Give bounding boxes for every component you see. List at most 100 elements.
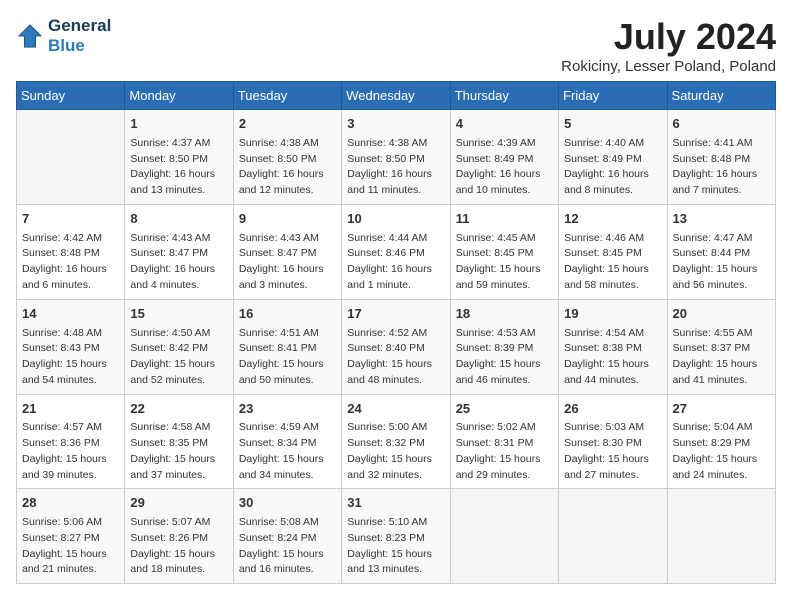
calendar-cell: 21Sunrise: 4:57 AMSunset: 8:36 PMDayligh…: [17, 394, 125, 489]
calendar-cell: 17 Sunrise: 4:52 AMSunset: 8:40 PMDayligh…: [342, 299, 450, 394]
calendar-cell: 26Sunrise: 5:03 AMSunset: 8:30 PMDayligh…: [559, 394, 667, 489]
calendar-cell: 23Sunrise: 4:59 AMSunset: 8:34 PMDayligh…: [233, 394, 341, 489]
day-number: 17: [347, 305, 444, 324]
day-info: Sunrise: 5:08 AMSunset: 8:24 PMDaylight:…: [239, 515, 336, 578]
calendar-cell: 4Sunrise: 4:39 AMSunset: 8:49 PMDaylight…: [450, 110, 558, 205]
day-info: Sunrise: 4:37 AMSunset: 8:50 PMDaylight:…: [130, 136, 227, 199]
day-number: 29: [130, 494, 227, 513]
day-info: Sunrise: 4:52 AMSunset: 8:40 PMDaylight:…: [347, 326, 444, 389]
calendar-cell: 10Sunrise: 4:44 AMSunset: 8:46 PMDayligh…: [342, 204, 450, 299]
calendar-cell: 30 Sunrise: 5:08 AMSunset: 8:24 PMDayligh…: [233, 489, 341, 584]
day-number: 20: [673, 305, 770, 324]
day-number: 23: [239, 400, 336, 419]
calendar-cell: 1Sunrise: 4:37 AMSunset: 8:50 PMDaylight…: [125, 110, 233, 205]
day-number: 14: [22, 305, 119, 324]
day-info: Sunrise: 4:55 AMSunset: 8:37 PMDaylight:…: [673, 326, 770, 389]
week-row-1: 1Sunrise: 4:37 AMSunset: 8:50 PMDaylight…: [17, 110, 776, 205]
day-number: 27: [673, 400, 770, 419]
month-title: July 2024: [561, 16, 776, 58]
day-info: Sunrise: 4:57 AMSunset: 8:36 PMDaylight:…: [22, 420, 119, 483]
weekday-header-tuesday: Tuesday: [233, 82, 341, 110]
day-info: Sunrise: 4:44 AMSunset: 8:46 PMDaylight:…: [347, 231, 444, 294]
day-number: 2: [239, 115, 336, 134]
logo-icon: [16, 22, 44, 50]
day-number: 9: [239, 210, 336, 229]
calendar-cell: 15 Sunrise: 4:50 AMSunset: 8:42 PMDayligh…: [125, 299, 233, 394]
day-number: 3: [347, 115, 444, 134]
calendar-cell: 24Sunrise: 5:00 AMSunset: 8:32 PMDayligh…: [342, 394, 450, 489]
calendar-cell: 9Sunrise: 4:43 AMSunset: 8:47 PMDaylight…: [233, 204, 341, 299]
calendar-cell: 22Sunrise: 4:58 AMSunset: 8:35 PMDayligh…: [125, 394, 233, 489]
weekday-header-thursday: Thursday: [450, 82, 558, 110]
day-info: Sunrise: 4:41 AMSunset: 8:48 PMDaylight:…: [673, 136, 770, 199]
weekday-header-monday: Monday: [125, 82, 233, 110]
day-info: Sunrise: 4:45 AMSunset: 8:45 PMDaylight:…: [456, 231, 553, 294]
calendar-cell: 19 Sunrise: 4:54 AMSunset: 8:38 PMDayligh…: [559, 299, 667, 394]
weekday-header-friday: Friday: [559, 82, 667, 110]
day-info: Sunrise: 4:38 AMSunset: 8:50 PMDaylight:…: [239, 136, 336, 199]
day-number: 5: [564, 115, 661, 134]
day-info: Sunrise: 4:59 AMSunset: 8:34 PMDaylight:…: [239, 420, 336, 483]
day-info: Sunrise: 4:40 AMSunset: 8:49 PMDaylight:…: [564, 136, 661, 199]
calendar-cell: [559, 489, 667, 584]
day-info: Sunrise: 5:07 AMSunset: 8:26 PMDaylight:…: [130, 515, 227, 578]
calendar-cell: [667, 489, 775, 584]
day-number: 21: [22, 400, 119, 419]
calendar-cell: 12 Sunrise: 4:46 AMSunset: 8:45 PMDayligh…: [559, 204, 667, 299]
calendar-cell: 7Sunrise: 4:42 AMSunset: 8:48 PMDaylight…: [17, 204, 125, 299]
day-number: 28: [22, 494, 119, 513]
calendar-cell: 13 Sunrise: 4:47 AMSunset: 8:44 PMDayligh…: [667, 204, 775, 299]
day-info: Sunrise: 4:50 AMSunset: 8:42 PMDaylight:…: [130, 326, 227, 389]
weekday-header-sunday: Sunday: [17, 82, 125, 110]
location: Rokiciny, Lesser Poland, Poland: [561, 58, 776, 75]
day-info: Sunrise: 4:53 AMSunset: 8:39 PMDaylight:…: [456, 326, 553, 389]
day-info: Sunrise: 4:47 AMSunset: 8:44 PMDaylight:…: [673, 231, 770, 294]
calendar-cell: [450, 489, 558, 584]
logo: General Blue: [16, 16, 111, 56]
day-info: Sunrise: 5:10 AMSunset: 8:23 PMDaylight:…: [347, 515, 444, 578]
calendar-cell: 28 Sunrise: 5:06 AMSunset: 8:27 PMDayligh…: [17, 489, 125, 584]
calendar-cell: 14 Sunrise: 4:48 AMSunset: 8:43 PMDayligh…: [17, 299, 125, 394]
calendar-cell: 3Sunrise: 4:38 AMSunset: 8:50 PMDaylight…: [342, 110, 450, 205]
day-info: Sunrise: 4:39 AMSunset: 8:49 PMDaylight:…: [456, 136, 553, 199]
weekday-header-row: SundayMondayTuesdayWednesdayThursdayFrid…: [17, 82, 776, 110]
day-info: Sunrise: 5:00 AMSunset: 8:32 PMDaylight:…: [347, 420, 444, 483]
day-number: 8: [130, 210, 227, 229]
day-number: 26: [564, 400, 661, 419]
day-number: 18: [456, 305, 553, 324]
day-number: 22: [130, 400, 227, 419]
week-row-3: 14 Sunrise: 4:48 AMSunset: 8:43 PMDayligh…: [17, 299, 776, 394]
day-number: 24: [347, 400, 444, 419]
calendar-cell: 8 Sunrise: 4:43 AMSunset: 8:47 PMDaylight…: [125, 204, 233, 299]
day-number: 6: [673, 115, 770, 134]
day-number: 25: [456, 400, 553, 419]
calendar-cell: 20 Sunrise: 4:55 AMSunset: 8:37 PMDayligh…: [667, 299, 775, 394]
day-number: 30: [239, 494, 336, 513]
weekday-header-wednesday: Wednesday: [342, 82, 450, 110]
calendar-cell: 5 Sunrise: 4:40 AMSunset: 8:49 PMDaylight…: [559, 110, 667, 205]
calendar-cell: 27Sunrise: 5:04 AMSunset: 8:29 PMDayligh…: [667, 394, 775, 489]
day-info: Sunrise: 5:06 AMSunset: 8:27 PMDaylight:…: [22, 515, 119, 578]
week-row-2: 7Sunrise: 4:42 AMSunset: 8:48 PMDaylight…: [17, 204, 776, 299]
calendar-cell: 6 Sunrise: 4:41 AMSunset: 8:48 PMDaylight…: [667, 110, 775, 205]
weekday-header-saturday: Saturday: [667, 82, 775, 110]
day-info: Sunrise: 4:46 AMSunset: 8:45 PMDaylight:…: [564, 231, 661, 294]
calendar-cell: 25Sunrise: 5:02 AMSunset: 8:31 PMDayligh…: [450, 394, 558, 489]
calendar-cell: [17, 110, 125, 205]
calendar-cell: 31Sunrise: 5:10 AMSunset: 8:23 PMDayligh…: [342, 489, 450, 584]
day-info: Sunrise: 5:02 AMSunset: 8:31 PMDaylight:…: [456, 420, 553, 483]
calendar-cell: 16Sunrise: 4:51 AMSunset: 8:41 PMDayligh…: [233, 299, 341, 394]
day-info: Sunrise: 4:54 AMSunset: 8:38 PMDaylight:…: [564, 326, 661, 389]
day-info: Sunrise: 4:42 AMSunset: 8:48 PMDaylight:…: [22, 231, 119, 294]
day-info: Sunrise: 5:03 AMSunset: 8:30 PMDaylight:…: [564, 420, 661, 483]
day-info: Sunrise: 4:58 AMSunset: 8:35 PMDaylight:…: [130, 420, 227, 483]
day-number: 12: [564, 210, 661, 229]
calendar-cell: 29 Sunrise: 5:07 AMSunset: 8:26 PMDayligh…: [125, 489, 233, 584]
day-info: Sunrise: 4:43 AMSunset: 8:47 PMDaylight:…: [130, 231, 227, 294]
calendar-cell: 2 Sunrise: 4:38 AMSunset: 8:50 PMDaylight…: [233, 110, 341, 205]
day-number: 19: [564, 305, 661, 324]
day-number: 15: [130, 305, 227, 324]
day-number: 13: [673, 210, 770, 229]
day-info: Sunrise: 4:51 AMSunset: 8:41 PMDaylight:…: [239, 326, 336, 389]
day-info: Sunrise: 4:48 AMSunset: 8:43 PMDaylight:…: [22, 326, 119, 389]
